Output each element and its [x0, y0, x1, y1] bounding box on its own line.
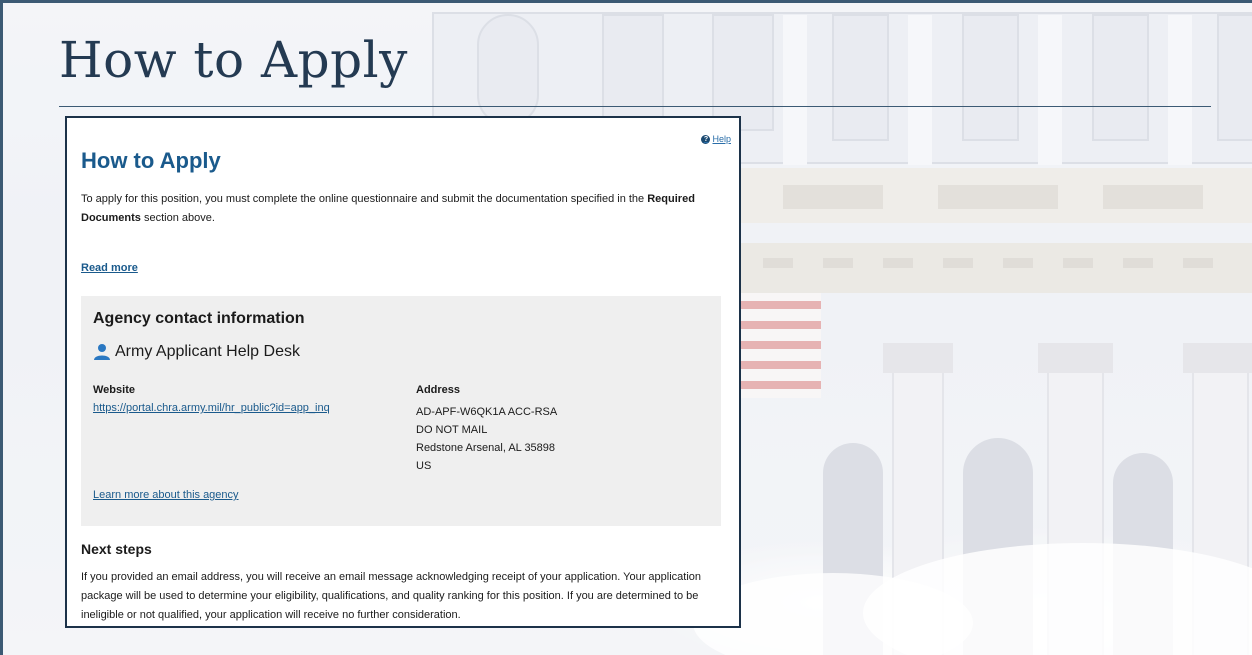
help-link-label: Help — [712, 134, 731, 144]
intro-text: To apply for this position, you must com… — [81, 193, 645, 205]
intro-text-end: section above. — [143, 212, 215, 224]
how-to-apply-panel: ? Help How to Apply To apply for this po… — [65, 116, 741, 628]
next-steps-paragraph: If you provided an email address, you wi… — [81, 571, 702, 621]
learn-more-agency-link[interactable]: Learn more about this agency — [93, 489, 239, 501]
help-link[interactable]: ? Help — [701, 134, 731, 144]
intro-paragraph: To apply for this position, you must com… — [81, 190, 721, 228]
title-divider — [59, 106, 1211, 107]
agency-contact-name: Army Applicant Help Desk — [93, 343, 300, 361]
address-line: US — [416, 460, 432, 472]
agency-contact-box: Agency contact information Army Applican… — [81, 296, 721, 526]
website-label: Website — [93, 384, 135, 396]
question-circle-icon: ? — [701, 134, 711, 144]
address-label: Address — [416, 384, 461, 396]
section-heading: How to Apply — [81, 148, 221, 173]
truncated-text-fade — [81, 238, 721, 252]
address-line: Redstone Arsenal, AL 35898 — [416, 442, 556, 454]
next-steps-heading: Next steps — [81, 541, 152, 557]
agency-contact-heading: Agency contact information — [93, 310, 305, 327]
website-link[interactable]: https://portal.chra.army.mil/hr_public?i… — [93, 402, 330, 414]
person-icon — [94, 344, 110, 360]
read-more-link[interactable]: Read more — [81, 262, 138, 274]
agency-name-text: Army Applicant Help Desk — [115, 343, 300, 360]
address-line: DO NOT MAIL — [416, 424, 488, 436]
address-line: AD-APF-W6QK1A ACC-RSA — [416, 406, 558, 418]
slide-frame: How to Apply ? Help How to Apply To appl… — [0, 0, 1252, 655]
page-title: How to Apply — [59, 31, 408, 89]
